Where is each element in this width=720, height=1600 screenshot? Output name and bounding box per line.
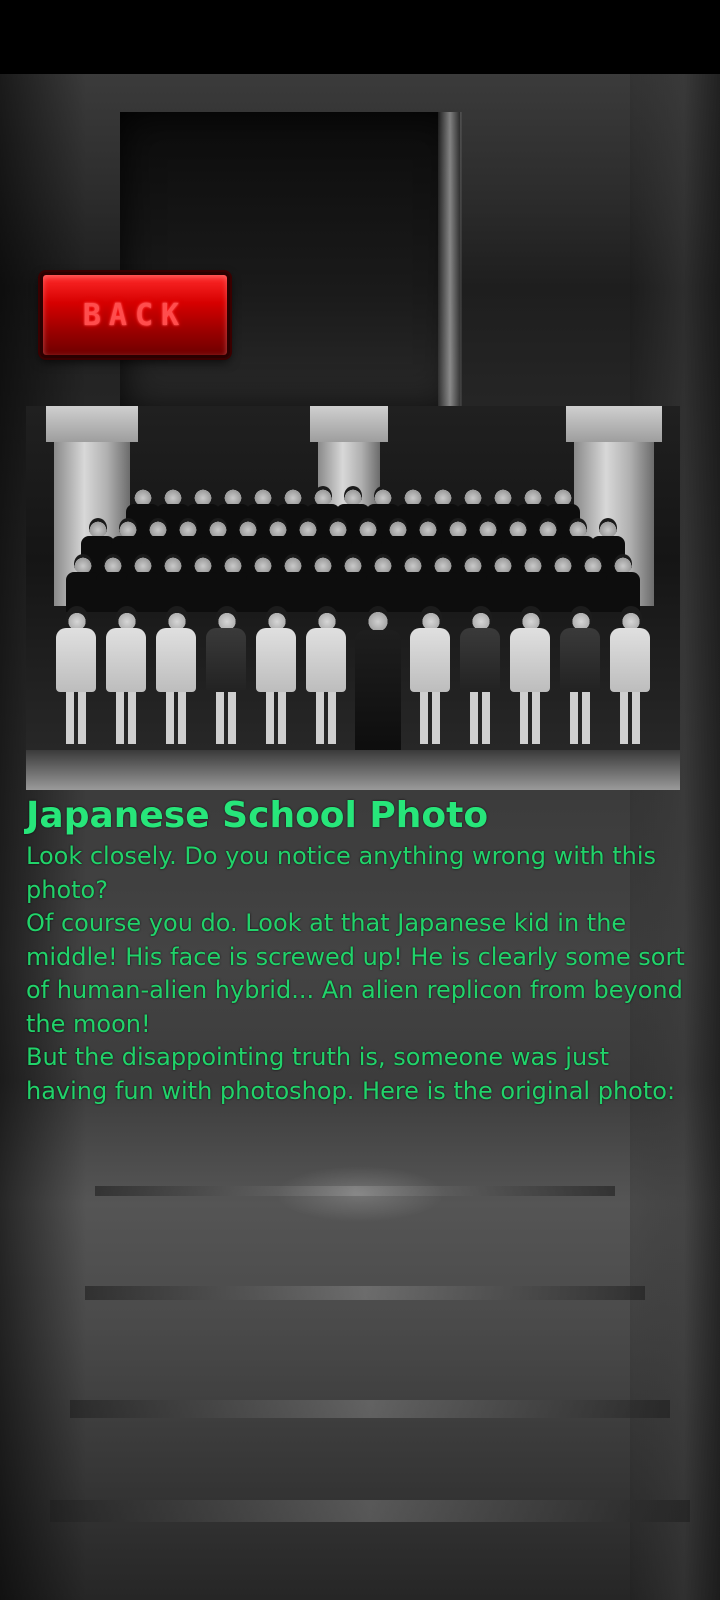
background-step [70, 1400, 670, 1418]
article-paragraph: But the disappointing truth is, someone … [26, 1043, 676, 1105]
photo-middle-row [26, 518, 680, 576]
back-button[interactable]: BACK [40, 272, 230, 358]
background-step [85, 1286, 645, 1300]
article-paragraph: Look closely. Do you notice anything wro… [26, 842, 656, 904]
photo-floor [26, 750, 680, 790]
school-class-photo [26, 406, 680, 790]
background-light-streak [438, 112, 462, 412]
status-bar [0, 0, 720, 74]
photo-third-row [26, 554, 680, 612]
background-step [50, 1500, 690, 1522]
screen: BACK Japanese School Photo Look closely.… [0, 0, 720, 1600]
background-step [95, 1186, 615, 1196]
back-button-label: BACK [82, 297, 188, 333]
photo-back-row [26, 486, 680, 544]
article-title: Japanese School Photo [26, 795, 489, 836]
article-paragraph: Of course you do. Look at that Japanese … [26, 909, 685, 1038]
article-body: Look closely. Do you notice anything wro… [26, 840, 694, 1108]
background-doorway [120, 112, 460, 412]
photo-front-row [26, 606, 680, 766]
photo-teacher [355, 606, 401, 766]
